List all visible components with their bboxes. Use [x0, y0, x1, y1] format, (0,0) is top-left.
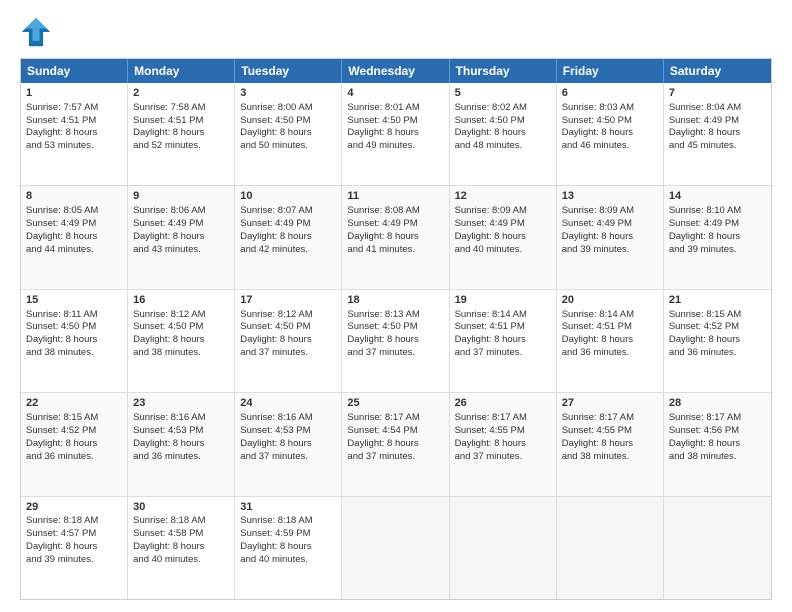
calendar-cell: 26Sunrise: 8:17 AMSunset: 4:55 PMDayligh…	[450, 393, 557, 495]
day-number: 1	[26, 86, 122, 101]
calendar-cell: 3Sunrise: 8:00 AMSunset: 4:50 PMDaylight…	[235, 83, 342, 185]
calendar-row: 29Sunrise: 8:18 AMSunset: 4:57 PMDayligh…	[21, 497, 771, 599]
day-number: 27	[562, 396, 658, 411]
calendar-cell: 23Sunrise: 8:16 AMSunset: 4:53 PMDayligh…	[128, 393, 235, 495]
day-number: 18	[347, 293, 443, 308]
day-number: 3	[240, 86, 336, 101]
weekday-header: Monday	[128, 59, 235, 83]
weekday-header: Sunday	[21, 59, 128, 83]
day-number: 26	[455, 396, 551, 411]
day-number: 23	[133, 396, 229, 411]
calendar-cell: 21Sunrise: 8:15 AMSunset: 4:52 PMDayligh…	[664, 290, 771, 392]
calendar-cell: 18Sunrise: 8:13 AMSunset: 4:50 PMDayligh…	[342, 290, 449, 392]
page: SundayMondayTuesdayWednesdayThursdayFrid…	[0, 0, 792, 612]
day-number: 24	[240, 396, 336, 411]
day-number: 31	[240, 500, 336, 515]
day-number: 14	[669, 189, 766, 204]
calendar-cell: 2Sunrise: 7:58 AMSunset: 4:51 PMDaylight…	[128, 83, 235, 185]
day-number: 22	[26, 396, 122, 411]
calendar-cell: 8Sunrise: 8:05 AMSunset: 4:49 PMDaylight…	[21, 186, 128, 288]
calendar-cell	[557, 497, 664, 599]
day-number: 12	[455, 189, 551, 204]
day-number: 21	[669, 293, 766, 308]
calendar-cell: 28Sunrise: 8:17 AMSunset: 4:56 PMDayligh…	[664, 393, 771, 495]
calendar-row: 8Sunrise: 8:05 AMSunset: 4:49 PMDaylight…	[21, 186, 771, 289]
calendar-cell	[450, 497, 557, 599]
logo	[20, 16, 58, 48]
day-number: 8	[26, 189, 122, 204]
day-number: 7	[669, 86, 766, 101]
calendar-cell: 5Sunrise: 8:02 AMSunset: 4:50 PMDaylight…	[450, 83, 557, 185]
calendar-cell: 1Sunrise: 7:57 AMSunset: 4:51 PMDaylight…	[21, 83, 128, 185]
calendar-cell: 29Sunrise: 8:18 AMSunset: 4:57 PMDayligh…	[21, 497, 128, 599]
calendar-cell: 9Sunrise: 8:06 AMSunset: 4:49 PMDaylight…	[128, 186, 235, 288]
calendar: SundayMondayTuesdayWednesdayThursdayFrid…	[20, 58, 772, 600]
day-number: 16	[133, 293, 229, 308]
calendar-row: 1Sunrise: 7:57 AMSunset: 4:51 PMDaylight…	[21, 83, 771, 186]
weekday-header: Tuesday	[235, 59, 342, 83]
logo-icon	[20, 16, 52, 48]
day-number: 20	[562, 293, 658, 308]
header	[20, 16, 772, 48]
calendar-cell: 14Sunrise: 8:10 AMSunset: 4:49 PMDayligh…	[664, 186, 771, 288]
calendar-row: 15Sunrise: 8:11 AMSunset: 4:50 PMDayligh…	[21, 290, 771, 393]
day-number: 10	[240, 189, 336, 204]
calendar-cell	[342, 497, 449, 599]
calendar-header: SundayMondayTuesdayWednesdayThursdayFrid…	[21, 59, 771, 83]
calendar-cell: 19Sunrise: 8:14 AMSunset: 4:51 PMDayligh…	[450, 290, 557, 392]
calendar-cell: 27Sunrise: 8:17 AMSunset: 4:55 PMDayligh…	[557, 393, 664, 495]
calendar-cell: 20Sunrise: 8:14 AMSunset: 4:51 PMDayligh…	[557, 290, 664, 392]
calendar-cell: 4Sunrise: 8:01 AMSunset: 4:50 PMDaylight…	[342, 83, 449, 185]
day-number: 19	[455, 293, 551, 308]
calendar-cell: 24Sunrise: 8:16 AMSunset: 4:53 PMDayligh…	[235, 393, 342, 495]
calendar-cell: 31Sunrise: 8:18 AMSunset: 4:59 PMDayligh…	[235, 497, 342, 599]
calendar-body: 1Sunrise: 7:57 AMSunset: 4:51 PMDaylight…	[21, 83, 771, 599]
weekday-header: Wednesday	[342, 59, 449, 83]
day-number: 5	[455, 86, 551, 101]
calendar-row: 22Sunrise: 8:15 AMSunset: 4:52 PMDayligh…	[21, 393, 771, 496]
calendar-cell: 11Sunrise: 8:08 AMSunset: 4:49 PMDayligh…	[342, 186, 449, 288]
day-number: 15	[26, 293, 122, 308]
day-number: 30	[133, 500, 229, 515]
day-number: 9	[133, 189, 229, 204]
day-number: 25	[347, 396, 443, 411]
day-number: 29	[26, 500, 122, 515]
day-number: 11	[347, 189, 443, 204]
weekday-header: Friday	[557, 59, 664, 83]
calendar-cell: 16Sunrise: 8:12 AMSunset: 4:50 PMDayligh…	[128, 290, 235, 392]
day-number: 17	[240, 293, 336, 308]
calendar-cell: 13Sunrise: 8:09 AMSunset: 4:49 PMDayligh…	[557, 186, 664, 288]
calendar-cell: 6Sunrise: 8:03 AMSunset: 4:50 PMDaylight…	[557, 83, 664, 185]
day-number: 13	[562, 189, 658, 204]
day-number: 4	[347, 86, 443, 101]
calendar-cell: 17Sunrise: 8:12 AMSunset: 4:50 PMDayligh…	[235, 290, 342, 392]
weekday-header: Saturday	[664, 59, 771, 83]
calendar-cell: 10Sunrise: 8:07 AMSunset: 4:49 PMDayligh…	[235, 186, 342, 288]
calendar-cell	[664, 497, 771, 599]
calendar-cell: 30Sunrise: 8:18 AMSunset: 4:58 PMDayligh…	[128, 497, 235, 599]
weekday-header: Thursday	[450, 59, 557, 83]
day-number: 6	[562, 86, 658, 101]
day-number: 28	[669, 396, 766, 411]
calendar-cell: 12Sunrise: 8:09 AMSunset: 4:49 PMDayligh…	[450, 186, 557, 288]
calendar-cell: 7Sunrise: 8:04 AMSunset: 4:49 PMDaylight…	[664, 83, 771, 185]
calendar-cell: 22Sunrise: 8:15 AMSunset: 4:52 PMDayligh…	[21, 393, 128, 495]
calendar-cell: 15Sunrise: 8:11 AMSunset: 4:50 PMDayligh…	[21, 290, 128, 392]
day-number: 2	[133, 86, 229, 101]
calendar-cell: 25Sunrise: 8:17 AMSunset: 4:54 PMDayligh…	[342, 393, 449, 495]
